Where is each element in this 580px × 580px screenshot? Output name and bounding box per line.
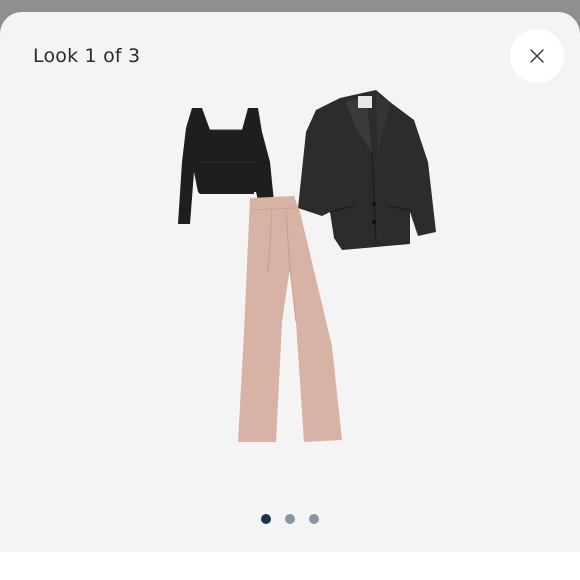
pagination-dot-1[interactable]	[261, 514, 271, 524]
bottom-strip	[0, 552, 580, 580]
pagination-dot-3[interactable]	[309, 514, 319, 524]
look-modal: Look 1 of 3	[0, 12, 580, 552]
pagination-dot-2[interactable]	[285, 514, 295, 524]
blazer-image	[298, 90, 436, 250]
trousers-image	[238, 196, 342, 442]
outfit-image	[0, 12, 580, 552]
pagination-dots	[0, 514, 580, 526]
